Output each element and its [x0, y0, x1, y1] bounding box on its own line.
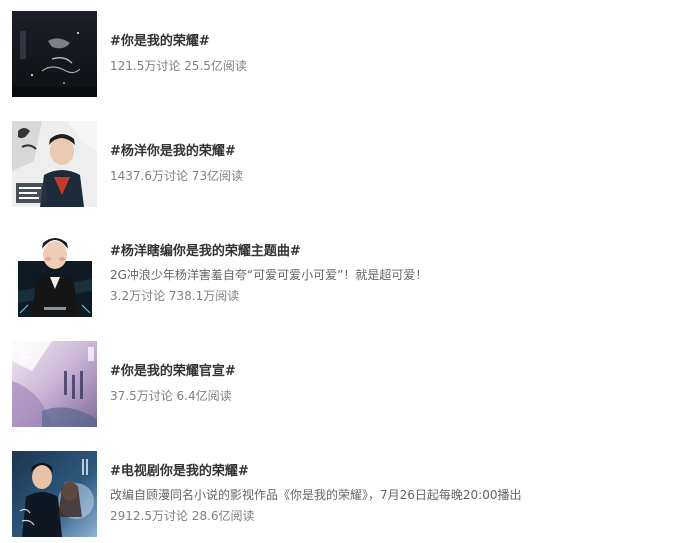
- topic-list: #你是我的荣耀# 121.5万讨论 25.5亿阅读 #杨洋你是我的荣耀# 143…: [0, 0, 682, 543]
- topic-title[interactable]: #杨洋你是我的荣耀#: [110, 144, 236, 160]
- topic-title[interactable]: #电视剧你是我的荣耀#: [110, 464, 249, 480]
- actor-video-thumbnail[interactable]: [12, 231, 97, 317]
- topic-item[interactable]: #电视剧你是我的荣耀# 改编自顾漫同名小说的影视作品《你是我的荣耀》，7月26日…: [12, 451, 672, 537]
- topic-description: 改编自顾漫同名小说的影视作品《你是我的荣耀》，7月26日起每晚20:00播出: [110, 488, 522, 502]
- topic-title[interactable]: #你是我的荣耀官宣#: [110, 364, 236, 380]
- topic-title[interactable]: #你是我的荣耀#: [110, 34, 210, 50]
- announcement-poster-thumbnail[interactable]: [12, 341, 97, 427]
- topic-stats: 121.5万讨论 25.5亿阅读: [110, 59, 247, 73]
- topic-stats: 2912.5万讨论 28.6亿阅读: [110, 509, 255, 523]
- drama-poster-thumbnail[interactable]: [12, 451, 97, 537]
- topic-item[interactable]: #杨洋你是我的荣耀# 1437.6万讨论 73亿阅读: [12, 121, 672, 207]
- topic-title[interactable]: #杨洋瞎编你是我的荣耀主题曲#: [110, 244, 301, 260]
- topic-item[interactable]: #你是我的荣耀官宣# 37.5万讨论 6.4亿阅读: [12, 341, 672, 427]
- topic-description: 2G冲浪少年杨洋害羞自夸“可爱可爱小可爱”！就是超可爱！: [110, 268, 428, 282]
- topic-item[interactable]: #你是我的荣耀# 121.5万讨论 25.5亿阅读: [12, 11, 672, 97]
- topic-stats: 3.2万讨论 738.1万阅读: [110, 289, 240, 303]
- topic-item[interactable]: #杨洋瞎编你是我的荣耀主题曲# 2G冲浪少年杨洋害羞自夸“可爱可爱小可爱”！就是…: [12, 231, 672, 317]
- topic-stats: 1437.6万讨论 73亿阅读: [110, 169, 244, 183]
- actor-poster-thumbnail[interactable]: [12, 121, 97, 207]
- topic-stats: 37.5万讨论 6.4亿阅读: [110, 389, 232, 403]
- dark-poster-thumbnail[interactable]: [12, 11, 97, 97]
